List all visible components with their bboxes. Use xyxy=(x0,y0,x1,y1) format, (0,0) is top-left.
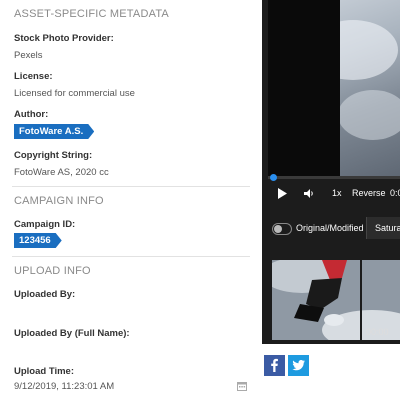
time-display: 0:0 xyxy=(390,188,400,198)
play-icon[interactable] xyxy=(278,188,287,199)
section-divider xyxy=(12,186,250,187)
saturation-label: Saturat xyxy=(375,223,400,233)
saturation-control[interactable]: Saturat xyxy=(366,217,400,239)
thumbnail-divider xyxy=(360,260,362,340)
speed-button[interactable]: 1x xyxy=(332,188,342,198)
video-letterbox xyxy=(268,0,340,176)
calendar-icon[interactable] xyxy=(237,381,247,391)
uploaded-by-label: Uploaded By: xyxy=(14,289,76,300)
campaign-id-tag[interactable]: 123456 xyxy=(14,233,62,248)
uploaded-by-full-label: Uploaded By (Full Name): xyxy=(14,328,130,339)
asset-section-title: ASSET-SPECIFIC METADATA xyxy=(14,8,169,20)
progress-handle[interactable] xyxy=(270,174,277,181)
license-label: License: xyxy=(14,71,53,82)
upload-time-value: 9/12/2019, 11:23:01 AM xyxy=(14,381,115,392)
upload-time-label: Upload Time: xyxy=(14,366,74,377)
reverse-button[interactable]: Reverse xyxy=(352,188,386,198)
section-divider xyxy=(12,256,250,257)
toggle-label: Original/Modified xyxy=(296,223,364,233)
author-tag[interactable]: FotoWare A.S. xyxy=(14,124,94,139)
stock-provider-value: Pexels xyxy=(14,50,43,61)
volume-icon[interactable] xyxy=(304,189,315,198)
video-frame[interactable] xyxy=(268,0,400,176)
campaign-id-label: Campaign ID: xyxy=(14,219,76,230)
original-modified-toggle[interactable] xyxy=(272,223,292,235)
thumbnail-timecode: 00:00 xyxy=(366,327,389,337)
video-cloud xyxy=(338,90,400,140)
progress-track[interactable] xyxy=(268,176,400,179)
twitter-share-button[interactable] xyxy=(288,355,309,376)
campaign-section-title: CAMPAIGN INFO xyxy=(14,195,104,207)
facebook-share-button[interactable] xyxy=(264,355,285,376)
copyright-value: FotoWare AS, 2020 cc xyxy=(14,167,109,178)
twitter-icon xyxy=(292,360,305,371)
stock-provider-label: Stock Photo Provider: xyxy=(14,33,114,44)
player-controls: 1x Reverse 0:0 xyxy=(262,182,400,206)
player-options: Original/Modified Saturat xyxy=(262,214,400,244)
author-label: Author: xyxy=(14,109,49,120)
upload-section-title: UPLOAD INFO xyxy=(14,265,91,277)
license-value: Licensed for commercial use xyxy=(14,88,135,99)
copyright-label: Copyright String: xyxy=(14,150,93,161)
facebook-icon xyxy=(271,358,278,372)
metadata-panel: ASSET-SPECIFIC METADATA Stock Photo Prov… xyxy=(0,0,262,400)
